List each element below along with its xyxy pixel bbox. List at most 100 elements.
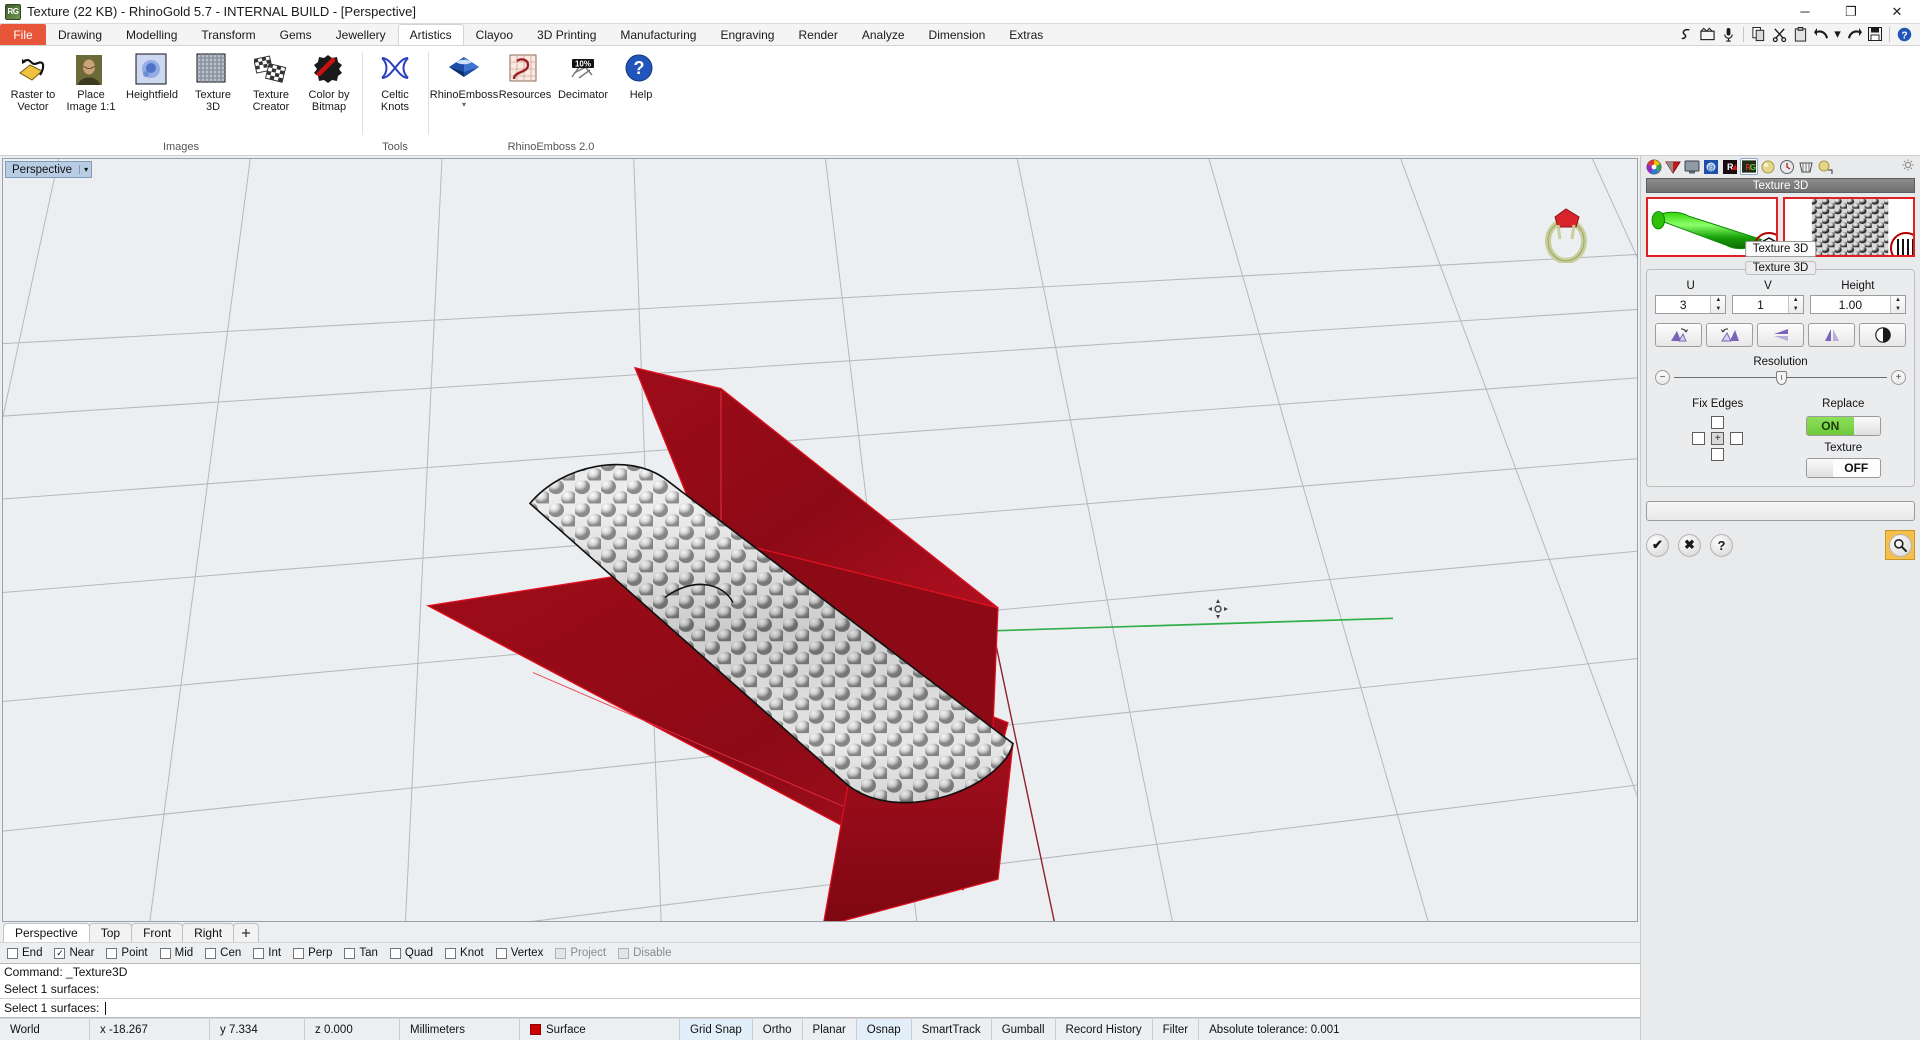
u-value[interactable]: 3	[1656, 296, 1710, 313]
osnap-knot-checkbox[interactable]	[445, 947, 457, 959]
undo-dropdown-icon[interactable]: ▾	[1833, 25, 1842, 44]
osnap-point[interactable]: Point	[106, 947, 148, 959]
texture-toggle[interactable]: OFF	[1805, 458, 1881, 478]
osnap-disable[interactable]: Disable	[618, 947, 671, 959]
decimator-button[interactable]: 10% Decimator	[554, 51, 612, 104]
height-stepper[interactable]: 1.00 ▲ ▼	[1809, 295, 1906, 314]
view-tab-front[interactable]: Front	[131, 923, 184, 942]
viewport-dropdown-icon[interactable]: ▾	[79, 165, 88, 174]
tab-manufacturing[interactable]: Manufacturing	[608, 24, 708, 45]
tab-transform[interactable]: Transform	[189, 24, 267, 45]
v-value[interactable]: 1	[1733, 296, 1787, 313]
texture-3d-button[interactable]: Texture 3D	[184, 51, 242, 115]
paste-icon[interactable]	[1791, 25, 1810, 44]
osnap-vertex[interactable]: Vertex	[495, 947, 543, 959]
invert-button[interactable]	[1859, 323, 1906, 347]
tab-dimension[interactable]: Dimension	[917, 24, 998, 45]
cancel-button[interactable]: ✖	[1678, 533, 1701, 557]
rotate-left-button[interactable]	[1655, 323, 1702, 347]
ring-sizer-icon[interactable]	[1797, 158, 1815, 175]
tab-engraving[interactable]: Engraving	[708, 24, 786, 45]
osnap-end[interactable]: End	[7, 947, 42, 959]
osnap-project-checkbox[interactable]	[555, 947, 567, 959]
search-button[interactable]	[1885, 530, 1915, 560]
view-tab-perspective[interactable]: Perspective	[3, 923, 90, 942]
u-down-arrow[interactable]: ▼	[1711, 305, 1725, 314]
rotate-right-button[interactable]	[1706, 323, 1753, 347]
fix-edge-left-checkbox[interactable]	[1692, 432, 1706, 445]
v-down-arrow[interactable]: ▼	[1789, 305, 1803, 314]
copy-icon[interactable]	[1749, 25, 1768, 44]
rhino-options-icon[interactable]: @	[1702, 158, 1720, 175]
v-stepper[interactable]: 1 ▲ ▼	[1732, 295, 1804, 314]
osnap-quad[interactable]: Quad	[389, 947, 433, 959]
close-button[interactable]: ✕	[1874, 0, 1920, 24]
osnap-mid-checkbox[interactable]	[159, 947, 171, 959]
resources-button[interactable]: Resources	[496, 51, 554, 104]
help-button[interactable]: ? Help	[612, 51, 670, 104]
u-up-arrow[interactable]: ▲	[1711, 296, 1725, 305]
help-icon[interactable]: ?	[1895, 25, 1914, 44]
osnap-int[interactable]: Int	[253, 947, 281, 959]
fix-edge-bottom-checkbox[interactable]	[1711, 448, 1725, 461]
status-layer[interactable]: Surface	[520, 1019, 680, 1040]
tab-render[interactable]: Render	[786, 24, 849, 45]
height-value[interactable]: 1.00	[1811, 296, 1890, 313]
place-image-button[interactable]: Place Image 1:1	[62, 51, 120, 115]
viewport-label[interactable]: Perspective ▾	[5, 161, 93, 178]
status-grid-snap[interactable]: Grid Snap	[680, 1019, 753, 1040]
osnap-perp-checkbox[interactable]	[293, 947, 305, 959]
undo-icon[interactable]	[1812, 25, 1831, 44]
settings-gear-icon[interactable]	[1902, 159, 1914, 174]
restore-button[interactable]: ❐	[1828, 0, 1874, 24]
status-ortho[interactable]: Ortho	[753, 1019, 803, 1040]
tab-jewellery[interactable]: Jewellery	[324, 24, 398, 45]
tab-clayoo[interactable]: Clayoo	[464, 24, 525, 45]
osnap-perp[interactable]: Perp	[293, 947, 332, 959]
celtic-knots-button[interactable]: Celtic Knots	[366, 51, 424, 115]
minimize-button[interactable]: ─	[1782, 0, 1828, 24]
clock-icon[interactable]	[1778, 158, 1796, 175]
status-filter[interactable]: Filter	[1153, 1019, 1200, 1040]
tab-artistics[interactable]: Artistics	[397, 24, 464, 45]
rhinoemboss-dropdown-icon[interactable]: ▾	[462, 100, 466, 109]
texture-creator-button[interactable]: Texture Creator	[242, 51, 300, 115]
tab-extras[interactable]: Extras	[997, 24, 1055, 45]
tab-modelling[interactable]: Modelling	[114, 24, 189, 45]
u-stepper-arrows[interactable]: ▲ ▼	[1710, 296, 1726, 314]
raster-to-vector-button[interactable]: Raster to Vector	[4, 51, 62, 115]
gold-sphere-icon[interactable]	[1759, 158, 1777, 175]
osnap-tan[interactable]: Tan	[344, 947, 378, 959]
tab-drawing[interactable]: Drawing	[46, 24, 114, 45]
status-osnap[interactable]: Osnap	[856, 1019, 912, 1040]
fix-edge-top-checkbox[interactable]	[1711, 416, 1725, 429]
rhinogold-icon[interactable]: RG	[1740, 158, 1758, 175]
materials-icon[interactable]	[1664, 158, 1682, 175]
display-icon[interactable]	[1683, 158, 1701, 175]
add-view-tab-button[interactable]	[233, 923, 260, 942]
fix-edge-right-checkbox[interactable]	[1730, 432, 1744, 445]
status-record-history[interactable]: Record History	[1056, 1019, 1153, 1040]
resolution-slider[interactable]: − +	[1655, 370, 1906, 385]
v-up-arrow[interactable]: ▲	[1789, 296, 1803, 305]
view-tab-right[interactable]: Right	[182, 923, 235, 942]
view-tab-top[interactable]: Top	[88, 923, 133, 942]
tab-3d-printing[interactable]: 3D Printing	[525, 24, 608, 45]
u-stepper[interactable]: 3 ▲ ▼	[1655, 295, 1727, 314]
status-units[interactable]: Millimeters	[400, 1019, 520, 1040]
osnap-disable-checkbox[interactable]	[618, 947, 630, 959]
command-input[interactable]: Select 1 surfaces:	[0, 998, 1640, 1017]
osnap-mid[interactable]: Mid	[159, 947, 193, 959]
osnap-tan-checkbox[interactable]	[344, 947, 356, 959]
v-stepper-arrows[interactable]: ▲ ▼	[1787, 296, 1803, 314]
osnap-project[interactable]: Project	[555, 947, 606, 959]
osnap-near[interactable]: ✓ Near	[54, 947, 94, 959]
resolution-knob[interactable]	[1775, 371, 1787, 385]
osnap-near-checkbox[interactable]: ✓	[54, 947, 66, 959]
osnap-cen[interactable]: Cen	[205, 947, 241, 959]
render-icon[interactable]: R	[1721, 158, 1739, 175]
osnap-knot[interactable]: Knot	[445, 947, 484, 959]
osnap-vertex-checkbox[interactable]	[495, 947, 507, 959]
height-down-arrow[interactable]: ▼	[1891, 305, 1905, 314]
tab-file[interactable]: File	[0, 24, 46, 45]
